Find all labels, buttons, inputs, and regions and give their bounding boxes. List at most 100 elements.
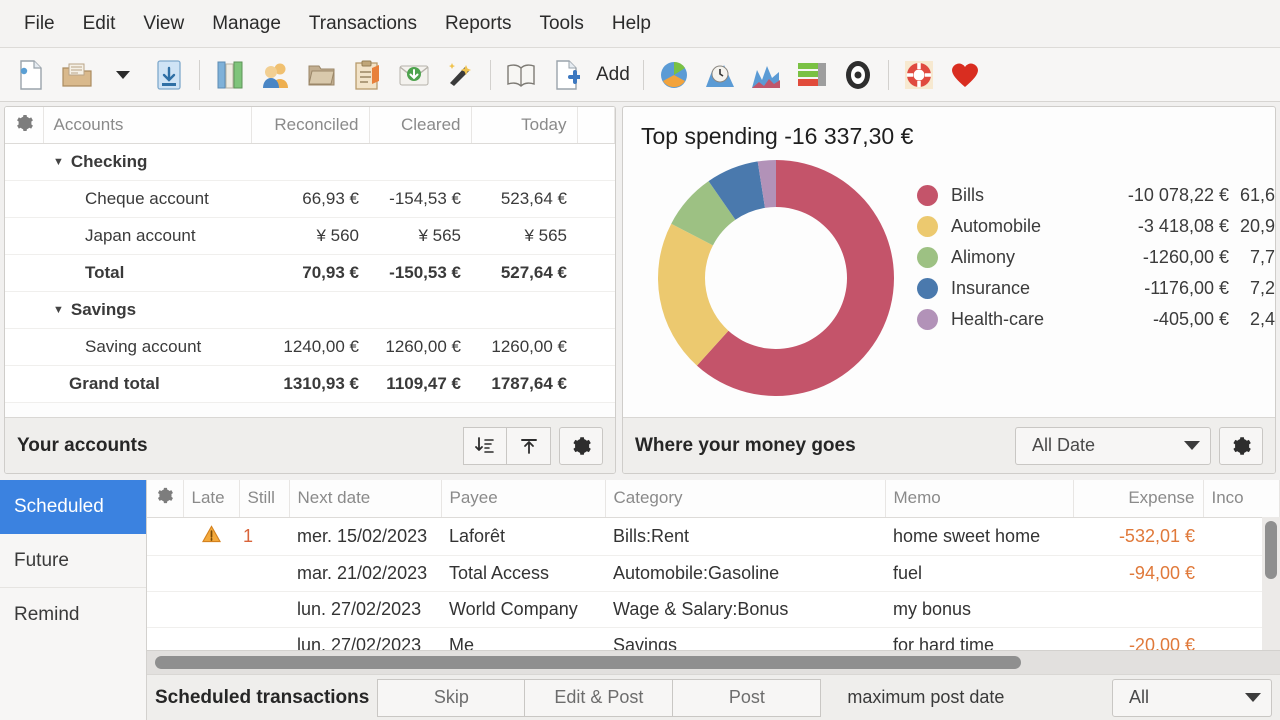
legend-color-swatch xyxy=(917,216,938,237)
donate-heart-icon[interactable] xyxy=(942,53,988,97)
scheduled-col-still[interactable]: Still xyxy=(239,480,290,518)
date-filter-dropdown[interactable]: All Date xyxy=(1015,426,1211,465)
accounts-row-gear-cell xyxy=(5,291,43,329)
save-download-icon[interactable] xyxy=(146,53,192,97)
tab-future[interactable]: Future xyxy=(0,534,146,588)
scheduled-col-memo[interactable]: Memo xyxy=(885,480,1074,518)
scheduled-horizontal-scroll-thumb[interactable] xyxy=(155,656,1021,669)
accounts-row[interactable]: Saving account 1240,00 €1260,00 €1260,00 … xyxy=(5,328,615,366)
scheduled-col-payee[interactable]: Payee xyxy=(441,480,606,518)
chart-settings-button[interactable] xyxy=(1219,426,1263,465)
row-payee: Laforêt xyxy=(441,517,605,556)
expand-all-icon[interactable] xyxy=(463,426,507,465)
tab-scheduled[interactable]: Scheduled xyxy=(0,480,146,534)
scheduled-vertical-scroll-thumb[interactable] xyxy=(1265,521,1277,579)
account-name[interactable]: Cheque account xyxy=(43,180,251,218)
scheduled-col-category[interactable]: Category xyxy=(605,480,886,518)
menu-item-edit[interactable]: Edit xyxy=(69,9,130,39)
menu-item-manage[interactable]: Manage xyxy=(198,9,295,39)
legend-color-swatch xyxy=(917,185,938,206)
scheduled-table-scroll[interactable]: Late Still Next date Payee Category Memo… xyxy=(147,480,1280,650)
assistant-wand-icon[interactable] xyxy=(437,53,483,97)
trend-report-icon[interactable] xyxy=(697,53,743,97)
accounts-col-reconciled[interactable]: Reconciled xyxy=(251,107,370,144)
chevron-down-icon[interactable]: ▼ xyxy=(53,304,64,316)
account-reconciled xyxy=(251,291,369,329)
table-row[interactable]: lun. 27/02/2023 World Company Wage & Salar… xyxy=(147,591,1280,628)
account-name[interactable]: Saving account xyxy=(43,328,251,366)
accounts-row[interactable]: Grand total 1310,93 €1109,47 €1787,64 € xyxy=(5,365,615,403)
help-lifering-icon[interactable] xyxy=(896,53,942,97)
accounts-books-icon[interactable] xyxy=(207,53,253,97)
accounts-row[interactable]: Total 70,93 € -150,53 €527,64 € xyxy=(5,254,615,292)
accounts-row[interactable]: ▼ Checking xyxy=(5,143,615,181)
accounts-settings-gear[interactable] xyxy=(5,107,44,144)
legend-row[interactable]: Insurance -1176,00 € 7,20% xyxy=(917,273,1275,304)
ledger-book-icon[interactable] xyxy=(498,53,544,97)
dropdown-arrow-icon[interactable] xyxy=(100,53,146,97)
menu-item-reports[interactable]: Reports xyxy=(431,9,526,39)
collapse-all-icon[interactable] xyxy=(507,426,551,465)
budget-clipboard-icon[interactable] xyxy=(345,53,391,97)
chart-title: Top spending -16 337,30 € xyxy=(641,123,914,149)
donut-chart[interactable] xyxy=(645,154,907,399)
accounts-settings-button[interactable] xyxy=(559,426,603,465)
accounts-row-gear-cell xyxy=(5,143,43,181)
legend-row[interactable]: Alimony -1260,00 € 7,71% xyxy=(917,242,1275,273)
scheduled-col-income[interactable]: Inco xyxy=(1203,480,1280,518)
scheduled-col-late[interactable]: Late xyxy=(183,480,240,518)
row-next-date: lun. 27/02/2023 xyxy=(289,627,441,650)
skip-button[interactable]: Skip xyxy=(377,678,526,717)
accounts-row[interactable]: Japan account ¥ 560 ¥ 565 ¥ 565 xyxy=(5,217,615,255)
accounts-row[interactable]: ▼ Savings xyxy=(5,291,615,329)
scheduled-settings-gear[interactable] xyxy=(147,480,184,518)
legend-row[interactable]: Health-care -405,00 € 2,48% xyxy=(917,304,1275,335)
table-row[interactable]: 1 mer. 15/02/2023 Laforêt Bills:Rent home sw… xyxy=(147,517,1280,556)
menu-item-transactions[interactable]: Transactions xyxy=(295,9,431,39)
menu-item-file[interactable]: File xyxy=(10,9,69,39)
account-group-name: ▼ Savings xyxy=(43,291,251,329)
chevron-down-icon[interactable]: ▼ xyxy=(53,156,64,168)
pie-report-icon[interactable] xyxy=(651,53,697,97)
scheduled-vertical-scrollbar[interactable] xyxy=(1262,517,1280,650)
open-folder-icon[interactable] xyxy=(54,53,100,97)
max-post-date-dropdown[interactable]: All xyxy=(1112,678,1272,717)
menu-item-view[interactable]: View xyxy=(129,9,198,39)
row-late-icon xyxy=(183,627,239,650)
accounts-row-filler xyxy=(577,365,615,403)
menu-item-help[interactable]: Help xyxy=(598,9,665,39)
wheel-report-icon[interactable] xyxy=(835,53,881,97)
accounts-col-cleared[interactable]: Cleared xyxy=(369,107,472,144)
account-cleared: 1260,00 € xyxy=(369,328,471,366)
legend-row[interactable]: Bills -10 078,22 € 61,69% xyxy=(917,180,1275,211)
row-expense: -20,00 € xyxy=(1073,627,1203,650)
tab-remind[interactable]: Remind xyxy=(0,588,146,642)
import-envelope-icon[interactable] xyxy=(391,53,437,97)
accounts-row-filler xyxy=(577,291,615,329)
row-late-count: 1 xyxy=(239,517,289,556)
toolbar-separator xyxy=(887,59,889,90)
account-name[interactable]: Japan account xyxy=(43,217,251,255)
row-expense: -532,01 € xyxy=(1073,517,1203,556)
add-transaction-button[interactable]: Add xyxy=(544,53,636,97)
categories-folder-icon[interactable] xyxy=(299,53,345,97)
new-file-icon[interactable] xyxy=(8,53,54,97)
post-button[interactable]: Post xyxy=(673,678,822,717)
accounts-col-today[interactable]: Today xyxy=(471,107,578,144)
table-row[interactable]: mar. 21/02/2023 Total Access Automobile:Ga… xyxy=(147,555,1280,592)
scheduled-horizontal-scrollbar[interactable] xyxy=(147,650,1280,674)
stacked-report-icon[interactable] xyxy=(743,53,789,97)
add-transaction-icon[interactable] xyxy=(544,53,590,97)
scheduled-col-next-date[interactable]: Next date xyxy=(289,480,442,518)
table-row[interactable]: lun. 27/02/2023 Me Savings for hard time -20… xyxy=(147,627,1280,650)
row-next-date: mer. 15/02/2023 xyxy=(289,517,441,556)
edit-and-post-button[interactable]: Edit & Post xyxy=(525,678,674,717)
account-cleared: -150,53 € xyxy=(369,254,471,292)
menu-item-tools[interactable]: Tools xyxy=(525,9,597,39)
payees-people-icon[interactable] xyxy=(253,53,299,97)
accounts-col-accounts[interactable]: Accounts xyxy=(43,107,252,144)
legend-row[interactable]: Automobile -3 418,08 € 20,92% xyxy=(917,211,1275,242)
scheduled-col-expense[interactable]: Expense xyxy=(1073,480,1204,518)
balance-report-icon[interactable] xyxy=(789,53,835,97)
accounts-row[interactable]: Cheque account 66,93 € -154,53 €523,64 € xyxy=(5,180,615,218)
